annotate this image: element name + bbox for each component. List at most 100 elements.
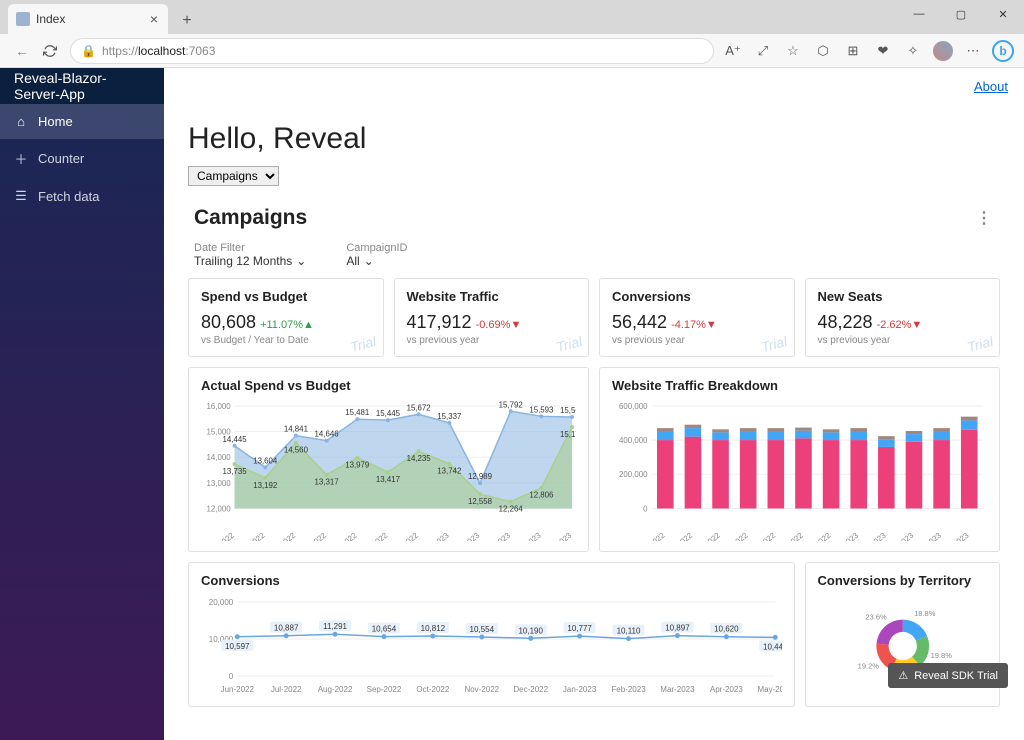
about-link[interactable]: About (974, 79, 1008, 94)
page-favicon (16, 12, 30, 26)
profile-avatar[interactable] (930, 38, 956, 64)
svg-text:14,235: 14,235 (407, 454, 432, 463)
browser-tab[interactable]: Index × (8, 4, 168, 34)
svg-text:18.8%: 18.8% (914, 609, 936, 618)
bing-button[interactable]: b (990, 38, 1016, 64)
svg-text:13,417: 13,417 (376, 475, 400, 484)
area-chart: 12,00013,00014,00015,00016,00014,44513,6… (201, 401, 576, 541)
svg-text:10,654: 10,654 (372, 625, 397, 634)
svg-text:19.8%: 19.8% (930, 651, 952, 660)
svg-text:Feb-2023: Feb-2023 (450, 530, 482, 541)
extension1-icon[interactable]: ⬡ (810, 38, 836, 64)
svg-text:0: 0 (229, 672, 234, 681)
url-suffix: :7063 (185, 44, 215, 58)
svg-text:Sep-2022: Sep-2022 (718, 531, 750, 541)
svg-text:Nov-2022: Nov-2022 (464, 685, 499, 694)
kpi-card-traffic[interactable]: Website Traffic 417,912-0.69%▼ vs previo… (394, 278, 590, 357)
dashboard-menu-icon[interactable]: ⋮ (968, 204, 1000, 232)
svg-text:14,000: 14,000 (207, 453, 232, 462)
new-tab-button[interactable]: + (174, 8, 200, 34)
extension3-icon[interactable]: ❤ (870, 38, 896, 64)
svg-text:12,989: 12,989 (468, 472, 492, 481)
svg-text:15,177: 15,177 (560, 430, 576, 439)
kpi-card-spend[interactable]: Spend vs Budget 80,608+11.07%▲ vs Budget… (188, 278, 384, 357)
svg-text:10,554: 10,554 (470, 625, 495, 634)
svg-text:Sep-2022: Sep-2022 (296, 531, 328, 541)
sidebar-item-home[interactable]: ⌂ Home (0, 104, 164, 139)
svg-text:10,620: 10,620 (714, 625, 739, 634)
app-header: Reveal-Blazor-Server-App About (0, 68, 1024, 104)
svg-text:Oct-2022: Oct-2022 (746, 531, 777, 541)
svg-text:Sep-2022: Sep-2022 (367, 685, 402, 694)
svg-text:Apr-2023: Apr-2023 (710, 685, 743, 694)
svg-text:15,481: 15,481 (345, 408, 369, 417)
close-window-button[interactable]: ✕ (982, 0, 1024, 28)
address-bar[interactable]: 🔒 https://localhost:7063 (70, 38, 714, 64)
kpi-grid: Spend vs Budget 80,608+11.07%▲ vs Budget… (188, 278, 1000, 707)
page-body: ⌂ Home ＋ Counter ☰ Fetch data Hello, Rev… (0, 104, 1024, 740)
svg-text:14,560: 14,560 (284, 446, 309, 455)
svg-text:Jul-2022: Jul-2022 (665, 531, 694, 541)
svg-text:Dec-2022: Dec-2022 (800, 531, 832, 541)
favorite-icon[interactable]: ☆ (780, 38, 806, 64)
svg-text:Mar-2023: Mar-2023 (480, 530, 512, 541)
svg-text:Jan-2023: Jan-2023 (420, 530, 451, 541)
svg-text:May-2023: May-2023 (541, 530, 574, 541)
svg-text:10,897: 10,897 (665, 624, 690, 633)
svg-text:15,337: 15,337 (437, 412, 461, 421)
svg-text:Aug-2022: Aug-2022 (318, 685, 353, 694)
svg-text:Oct-2022: Oct-2022 (416, 685, 449, 694)
refresh-button[interactable] (36, 37, 64, 65)
svg-text:Mar-2023: Mar-2023 (660, 685, 695, 694)
read-aloud-icon[interactable]: A⁺ (720, 38, 746, 64)
svg-text:Jun-2022: Jun-2022 (221, 685, 255, 694)
sidebar-item-fetchdata[interactable]: ☰ Fetch data (0, 178, 164, 214)
chart-conversions[interactable]: Conversions 010,00020,00010,59710,88711,… (188, 562, 795, 707)
svg-text:Dec-2022: Dec-2022 (388, 531, 420, 541)
svg-text:15,445: 15,445 (376, 409, 401, 418)
svg-text:10,777: 10,777 (567, 624, 592, 633)
collections-icon[interactable]: ✧ (900, 38, 926, 64)
svg-text:14,646: 14,646 (315, 430, 340, 439)
dashboard-title: Campaigns (194, 206, 307, 230)
date-filter[interactable]: Date Filter Trailing 12 Months⌄ (194, 242, 306, 268)
chart-spend-vs-budget[interactable]: Actual Spend vs Budget 12,00013,00014,00… (188, 367, 589, 552)
app-brand: Reveal-Blazor-Server-App (0, 68, 164, 104)
lock-icon: 🔒 (81, 44, 96, 58)
back-button[interactable]: ← (8, 37, 36, 65)
svg-text:Apr-2023: Apr-2023 (512, 530, 543, 541)
filter-label: CampaignID (346, 242, 407, 254)
svg-text:15,792: 15,792 (499, 401, 523, 409)
svg-text:Jul-2022: Jul-2022 (238, 531, 267, 541)
svg-text:10,597: 10,597 (225, 642, 250, 651)
page-title: Hello, Reveal (188, 122, 1000, 156)
svg-text:12,264: 12,264 (499, 505, 524, 514)
warning-icon: ⚠ (898, 669, 908, 682)
svg-text:19.2%: 19.2% (857, 661, 879, 670)
campaign-filter[interactable]: CampaignID All⌄ (346, 242, 407, 268)
svg-text:600,000: 600,000 (619, 402, 648, 411)
svg-text:23.6%: 23.6% (865, 613, 887, 622)
zoom-icon[interactable]: ⤢ (750, 38, 776, 64)
close-tab-icon[interactable]: × (148, 11, 160, 27)
svg-text:0: 0 (643, 504, 648, 513)
svg-text:13,000: 13,000 (207, 479, 232, 488)
extension2-icon[interactable]: ⊞ (840, 38, 866, 64)
maximize-button[interactable]: ▢ (940, 0, 982, 28)
minimize-button[interactable]: — (898, 0, 940, 28)
sidebar-item-counter[interactable]: ＋ Counter (0, 139, 164, 178)
svg-text:Nov-2022: Nov-2022 (357, 531, 389, 541)
svg-text:12,558: 12,558 (468, 497, 493, 506)
url-host: localhost (138, 44, 185, 58)
kpi-card-seats[interactable]: New Seats 48,228-2.62%▼ vs previous year… (805, 278, 1001, 357)
chart-traffic-breakdown[interactable]: Website Traffic Breakdown 0200,000400,00… (599, 367, 1000, 552)
svg-text:13,317: 13,317 (315, 478, 339, 487)
svg-text:May-2023: May-2023 (757, 685, 781, 694)
dashboard-select[interactable]: Campaigns (188, 166, 279, 186)
svg-text:13,979: 13,979 (345, 461, 369, 470)
browser-toolbar: ← 🔒 https://localhost:7063 A⁺ ⤢ ☆ ⬡ ⊞ ❤ … (0, 34, 1024, 68)
menu-icon[interactable]: ⋯ (960, 38, 986, 64)
chevron-down-icon: ⌄ (296, 254, 306, 268)
kpi-card-conversions[interactable]: Conversions 56,442-4.17%▼ vs previous ye… (599, 278, 795, 357)
svg-text:Jan-2023: Jan-2023 (563, 685, 597, 694)
